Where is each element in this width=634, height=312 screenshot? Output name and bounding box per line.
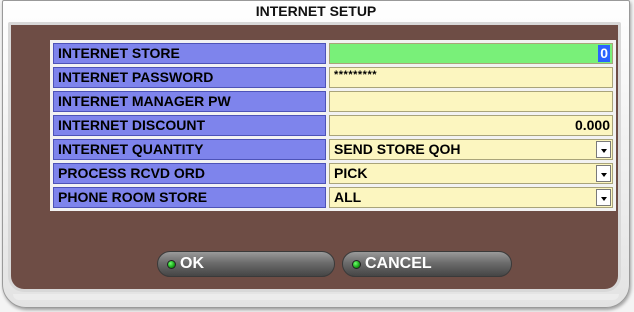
phone-room-store-label: PHONE ROOM STORE: [53, 187, 326, 208]
internet-store-value: 0: [598, 45, 610, 62]
internet-discount-label: INTERNET DISCOUNT: [53, 115, 326, 136]
internet-manager-pw-field[interactable]: [329, 91, 613, 112]
internet-store-label: INTERNET STORE: [53, 43, 326, 64]
green-light-icon: [167, 260, 176, 269]
internet-setup-dialog: INTERNET SETUP INTERNET STORE 0 INTERNET…: [2, 0, 630, 308]
internet-password-value: *********: [334, 69, 378, 81]
cancel-button[interactable]: CANCEL: [342, 251, 512, 277]
form-row-phone-room-store: PHONE ROOM STORE ALL: [53, 187, 613, 208]
ok-button[interactable]: OK: [157, 251, 335, 277]
dialog-frame: INTERNET STORE 0 INTERNET PASSWORD *****…: [8, 22, 621, 292]
form-row-internet-password: INTERNET PASSWORD *********: [53, 67, 613, 88]
chevron-down-icon[interactable]: [596, 165, 611, 182]
internet-quantity-label: INTERNET QUANTITY: [53, 139, 326, 160]
setup-form: INTERNET STORE 0 INTERNET PASSWORD *****…: [50, 40, 616, 211]
chevron-down-icon[interactable]: [596, 141, 611, 158]
phone-room-store-select[interactable]: ALL: [329, 187, 613, 208]
dialog-bottom-bevel: [13, 294, 619, 300]
phone-room-store-value: ALL: [334, 189, 362, 205]
internet-discount-field[interactable]: 0.000: [329, 115, 613, 136]
cancel-button-label: CANCEL: [365, 255, 432, 272]
green-light-icon: [352, 260, 361, 269]
form-row-internet-discount: INTERNET DISCOUNT 0.000: [53, 115, 613, 136]
internet-password-field[interactable]: *********: [329, 67, 613, 88]
ok-button-label: OK: [180, 255, 204, 272]
process-rcvd-ord-value: PICK: [334, 165, 368, 181]
internet-quantity-select[interactable]: SEND STORE QOH: [329, 139, 613, 160]
internet-password-label: INTERNET PASSWORD: [53, 67, 326, 88]
form-row-internet-manager-pw: INTERNET MANAGER PW: [53, 91, 613, 112]
internet-store-field[interactable]: 0: [329, 43, 613, 64]
form-row-internet-quantity: INTERNET QUANTITY SEND STORE QOH: [53, 139, 613, 160]
internet-discount-value: 0.000: [574, 117, 610, 133]
internet-manager-pw-label: INTERNET MANAGER PW: [53, 91, 326, 112]
dialog-title: INTERNET SETUP: [255, 3, 377, 19]
chevron-down-icon[interactable]: [596, 189, 611, 206]
form-row-internet-store: INTERNET STORE 0: [53, 43, 613, 64]
form-row-process-rcvd-ord: PROCESS RCVD ORD PICK: [53, 163, 613, 184]
process-rcvd-ord-select[interactable]: PICK: [329, 163, 613, 184]
internet-quantity-value: SEND STORE QOH: [334, 141, 461, 157]
process-rcvd-ord-label: PROCESS RCVD ORD: [53, 163, 326, 184]
